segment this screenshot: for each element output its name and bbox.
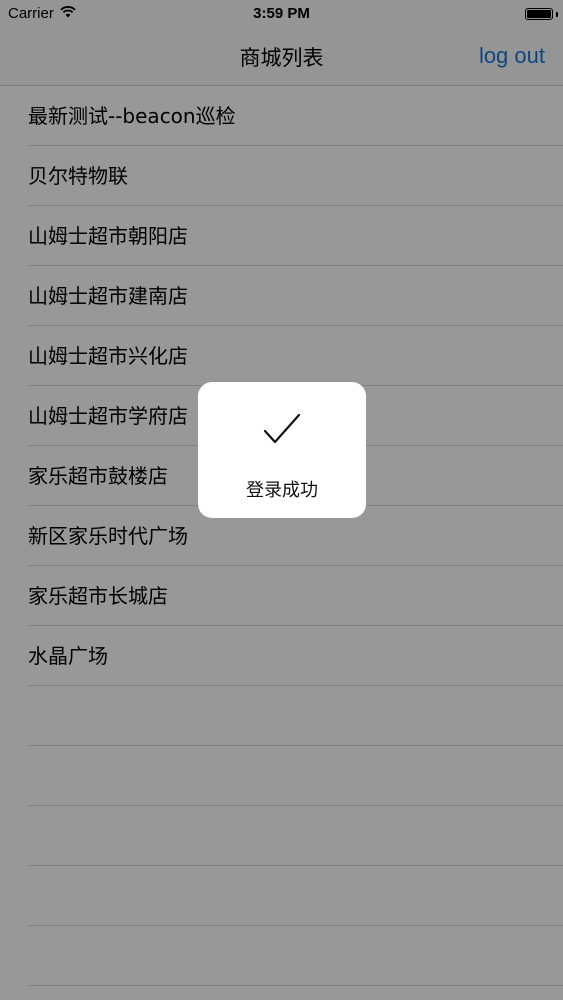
- success-toast: 登录成功: [198, 382, 366, 518]
- toast-message: 登录成功: [246, 480, 318, 501]
- checkmark-icon: [262, 412, 302, 448]
- app-screen: Carrier 3:59 PM 商城列表 log out 最新测试--beaco…: [0, 0, 563, 1000]
